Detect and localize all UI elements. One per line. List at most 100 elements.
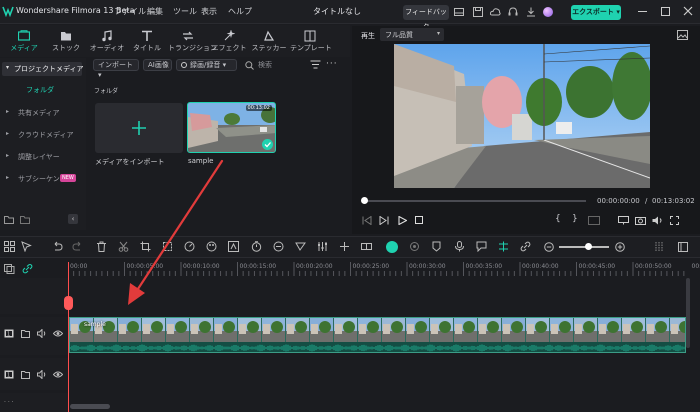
minimize-icon[interactable]: [638, 11, 647, 12]
eye-icon[interactable]: [53, 329, 63, 338]
auto-ripple-icon[interactable]: [498, 241, 510, 253]
filter-icon[interactable]: [310, 60, 321, 70]
tab-sticker[interactable]: ステッカー: [249, 28, 289, 58]
green-record-icon[interactable]: [386, 241, 398, 253]
collapse-sidebar-icon[interactable]: ‹: [68, 214, 78, 224]
voiceover-icon[interactable]: [476, 241, 488, 253]
tab-template[interactable]: テンプレート: [290, 28, 332, 58]
search-input[interactable]: 検索: [258, 60, 298, 70]
sidebar-item-subsequence[interactable]: ▸ サブシーケンス NEW: [2, 173, 82, 187]
record-dropdown[interactable]: 録画/録音 ▾: [176, 59, 237, 71]
sidebar-item-cloud[interactable]: ▸ クラウドメディア: [2, 129, 82, 143]
layout-icon[interactable]: [454, 7, 464, 17]
layout-grid-icon[interactable]: [4, 241, 16, 253]
fullscreen-icon[interactable]: [670, 216, 679, 225]
folder-track-icon[interactable]: [21, 329, 30, 338]
ai-image-button[interactable]: AI画像: [143, 59, 172, 71]
menu-tools[interactable]: ツール: [173, 6, 197, 17]
redo-icon[interactable]: [72, 241, 84, 253]
play-icon[interactable]: [398, 216, 407, 225]
tab-title[interactable]: タイトル: [127, 28, 167, 58]
playhead-handle[interactable]: [64, 296, 73, 310]
download-icon[interactable]: [526, 7, 536, 17]
playhead-line[interactable]: [68, 262, 69, 412]
motion-icon[interactable]: [273, 241, 285, 253]
feedback-button[interactable]: フィードバック: [403, 5, 449, 31]
avatar[interactable]: [543, 7, 553, 17]
clip-frame-tree: [319, 321, 331, 333]
mask-icon[interactable]: [295, 241, 307, 253]
eye-icon[interactable]: [53, 370, 63, 379]
track-layout-icon[interactable]: [655, 241, 663, 253]
save-icon[interactable]: [473, 7, 483, 17]
snapshot-preview-icon[interactable]: [677, 30, 688, 40]
menu-file[interactable]: ファイル: [114, 6, 146, 17]
snap-icon[interactable]: [409, 241, 421, 253]
adjust-icon[interactable]: [317, 241, 329, 253]
headset-icon[interactable]: [508, 7, 518, 17]
tab-media[interactable]: メディア: [4, 28, 44, 58]
microphone-icon[interactable]: [454, 241, 466, 253]
preview-tab[interactable]: 再生: [361, 31, 375, 41]
split-screen-icon[interactable]: [361, 241, 373, 253]
folder-icon[interactable]: [20, 215, 30, 224]
monitor-icon[interactable]: [618, 216, 629, 225]
menu-edit[interactable]: 編集: [147, 6, 163, 17]
tab-stock[interactable]: ストック: [46, 28, 86, 58]
zoom-out-icon[interactable]: [544, 242, 554, 252]
close-icon[interactable]: [683, 6, 693, 16]
ruler-label: 00:00:35:00: [465, 263, 503, 270]
add-track-icon[interactable]: [4, 264, 15, 274]
stop-icon[interactable]: [415, 216, 423, 224]
zoom-slider-track[interactable]: [559, 246, 609, 248]
marker-icon[interactable]: [431, 241, 443, 253]
cloud-icon[interactable]: [490, 7, 501, 17]
timeline-video-clip[interactable]: sample: [69, 317, 686, 353]
timer-icon[interactable]: [251, 241, 263, 253]
next-frame-icon[interactable]: [379, 216, 389, 225]
preview-progress-track[interactable]: [364, 200, 586, 202]
stabilize-icon[interactable]: [339, 241, 351, 253]
mark-out-button[interactable]: }: [572, 214, 578, 224]
tab-audio-label: オーディオ: [89, 44, 125, 52]
sidebar-project-media[interactable]: ▾ プロジェクトメディア: [2, 62, 84, 76]
export-button[interactable]: エクスポート ▾: [571, 5, 621, 20]
link-icon[interactable]: [520, 241, 532, 253]
sidebar-folder[interactable]: フォルダ: [26, 85, 54, 95]
panel-menu-icon[interactable]: [678, 242, 688, 252]
sidebar-item-adjustment[interactable]: ▸ 調整レイヤー: [2, 151, 82, 165]
camera-icon[interactable]: [635, 216, 646, 225]
import-dropdown[interactable]: インポート ▾: [93, 59, 139, 79]
crop-display-icon[interactable]: [588, 216, 600, 225]
quality-dropdown[interactable]: フル品質 ▾: [380, 28, 444, 41]
mute-track-icon[interactable]: [37, 329, 47, 338]
maximize-icon[interactable]: [661, 7, 670, 16]
mute-track-icon[interactable]: [37, 370, 47, 379]
zoom-slider-handle[interactable]: [585, 243, 592, 250]
undo-icon[interactable]: [52, 241, 64, 253]
zoom-in-icon[interactable]: [615, 242, 625, 252]
previous-frame-icon[interactable]: [362, 216, 372, 225]
more-icon[interactable]: ···: [326, 59, 338, 69]
sidebar-item-shared[interactable]: ▸ 共有メディア: [2, 107, 82, 121]
menu-help[interactable]: ヘルプ: [228, 6, 252, 17]
folder-track-icon[interactable]: [21, 370, 30, 379]
link-tracks-icon[interactable]: [22, 264, 33, 274]
menu-view[interactable]: 表示: [201, 6, 217, 17]
volume-icon[interactable]: [652, 216, 663, 225]
track-toggle-icon[interactable]: · · ·: [4, 399, 14, 406]
clip-filmstrip: [70, 318, 685, 342]
tab-audio[interactable]: オーディオ: [87, 28, 127, 58]
preview-progress-handle[interactable]: [361, 197, 368, 204]
delete-icon[interactable]: [96, 241, 108, 253]
mark-in-button[interactable]: {: [555, 214, 561, 224]
tab-transition-label: トランジション: [168, 44, 217, 52]
timeline-scrollbar[interactable]: [70, 404, 110, 409]
tab-effect[interactable]: エフェクト: [209, 28, 249, 58]
media-clip-thumbnail[interactable]: 00:13:02: [187, 102, 276, 153]
new-folder-icon[interactable]: [4, 215, 14, 224]
select-tool-icon[interactable]: [21, 241, 33, 253]
timeline-vertical-scrollbar[interactable]: [686, 278, 690, 348]
import-media-tile[interactable]: [95, 103, 183, 153]
tab-transition[interactable]: トランジション: [168, 28, 217, 58]
